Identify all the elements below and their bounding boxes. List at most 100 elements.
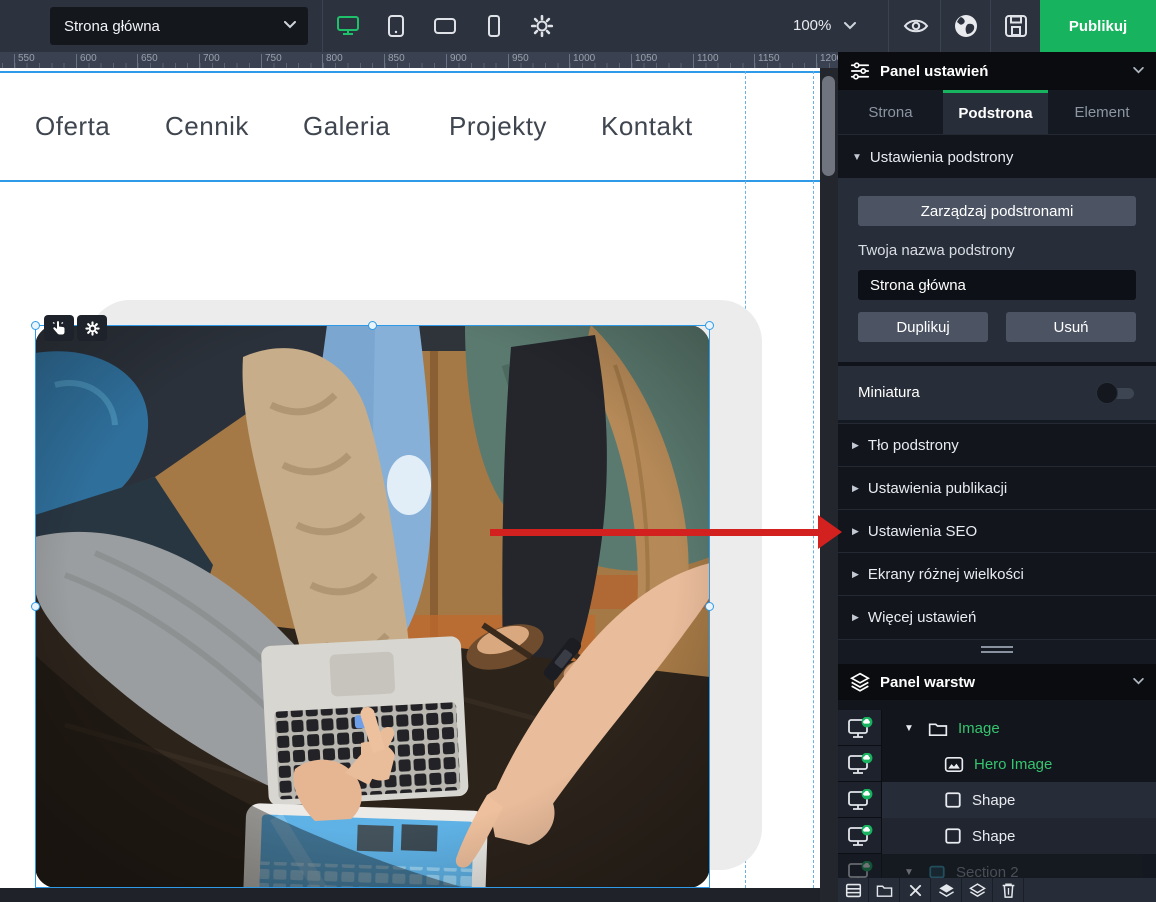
layers-panel-header[interactable]: Panel warstw xyxy=(838,664,1156,700)
triangle-right-icon: ▶ xyxy=(852,483,859,494)
bring-forward-button[interactable] xyxy=(931,878,962,902)
section-wiecej-ustawien[interactable]: ▶ Więcej ustawień xyxy=(838,595,1156,640)
send-backward-button[interactable] xyxy=(962,878,993,902)
ruler-mark: 1050 xyxy=(635,53,657,64)
design-canvas[interactable]: Oferta Cennik Galeria Projekty Kontakt xyxy=(0,68,838,902)
zoom-dropdown-button[interactable] xyxy=(838,8,862,44)
publish-button[interactable]: Publikuj xyxy=(1040,0,1156,52)
hero-image[interactable] xyxy=(35,325,710,888)
square-icon xyxy=(944,791,962,809)
add-folder-button[interactable] xyxy=(869,878,900,902)
delete-layer-button[interactable] xyxy=(993,878,1024,902)
device-tablet-landscape-button[interactable] xyxy=(427,8,463,44)
section-ustawienia-seo[interactable]: ▶ Ustawienia SEO xyxy=(838,509,1156,553)
nav-item-projekty[interactable]: Projekty xyxy=(449,111,547,142)
layer-row-main[interactable]: Hero Image xyxy=(882,746,1156,782)
panel-resize-handle[interactable] xyxy=(981,646,1013,655)
layer-row-hero-image[interactable]: Hero Image xyxy=(838,746,1156,782)
nav-item-kontakt[interactable]: Kontakt xyxy=(601,111,693,142)
page-selector-dropdown[interactable]: Strona główna xyxy=(50,7,308,45)
subpage-settings-body: Zarządzaj podstronami Twoja nazwa podstr… xyxy=(838,178,1156,362)
guide-line xyxy=(813,71,814,888)
panel-tabs: Strona Podstrona Element xyxy=(838,90,1156,134)
layer-label: Shape xyxy=(972,792,1015,809)
layers-toolbar xyxy=(838,878,1156,902)
layer-visibility-cell[interactable] xyxy=(838,818,882,854)
section-ekrany-roznej-wielkosci[interactable]: ▶ Ekrany różnej wielkości xyxy=(838,552,1156,596)
device-desktop-button[interactable] xyxy=(330,8,366,44)
layer-row-main[interactable]: Shape xyxy=(882,782,1156,818)
layer-visibility-cell[interactable] xyxy=(838,782,882,818)
resize-handle-middle-right[interactable] xyxy=(705,602,714,611)
add-list-button[interactable] xyxy=(838,878,869,902)
element-interactions-button[interactable] xyxy=(44,315,74,341)
section-ustawienia-publikacji[interactable]: ▶ Ustawienia publikacji xyxy=(838,466,1156,510)
ruler-mark: 1200 xyxy=(820,53,838,64)
triangle-down-icon[interactable]: ▼ xyxy=(902,867,916,878)
remove-button[interactable] xyxy=(900,878,931,902)
red-arrow-head xyxy=(818,515,842,549)
settings-panel-title: Panel ustawień xyxy=(880,63,988,80)
publish-site-globe-button[interactable] xyxy=(948,8,984,44)
tab-podstrona[interactable]: Podstrona xyxy=(943,90,1048,134)
preview-button[interactable] xyxy=(898,8,934,44)
section-tlo-podstrony[interactable]: ▶ Tło podstrony xyxy=(838,423,1156,467)
square-icon xyxy=(944,827,962,845)
red-arrow-annotation xyxy=(490,529,820,536)
save-button[interactable] xyxy=(998,8,1034,44)
hero-image-illustration xyxy=(35,325,710,888)
tab-element[interactable]: Element xyxy=(1048,90,1156,134)
element-settings-button[interactable] xyxy=(77,315,107,341)
ruler-mark: 700 xyxy=(203,53,220,64)
canvas-scrollbar[interactable] xyxy=(820,68,838,902)
layers-icon xyxy=(850,672,870,692)
manage-subpages-button[interactable]: Zarządzaj podstronami xyxy=(858,196,1136,226)
settings-panel-header[interactable]: Panel ustawień xyxy=(838,52,1156,90)
layer-visibility-cell[interactable] xyxy=(838,746,882,782)
triangle-down-icon[interactable]: ▼ xyxy=(902,723,916,734)
gear-icon xyxy=(85,321,100,336)
chevron-down-icon xyxy=(1133,67,1144,74)
layer-row-shape-2[interactable]: Shape xyxy=(838,818,1156,854)
layer-row-shape-1[interactable]: Shape xyxy=(838,782,1156,818)
resize-handle-top-right[interactable] xyxy=(705,321,714,330)
section-ustawienia-podstrony[interactable]: ▼ Ustawienia podstrony xyxy=(838,134,1156,179)
layer-row-main[interactable]: ▼ Image xyxy=(882,710,1156,746)
duplicate-button[interactable]: Duplikuj xyxy=(858,312,988,342)
device-phone-button[interactable] xyxy=(476,8,512,44)
resize-handle-top-left[interactable] xyxy=(31,321,40,330)
globe-icon xyxy=(953,13,979,39)
x-icon xyxy=(909,884,922,897)
layer-visibility-cell[interactable] xyxy=(838,710,882,746)
toolbar-separator xyxy=(888,0,889,52)
ruler-mark: 900 xyxy=(450,53,467,64)
canvas-scrollbar-thumb[interactable] xyxy=(822,76,835,176)
header-section[interactable]: Oferta Cennik Galeria Projekty Kontakt xyxy=(0,71,820,182)
editor-window: Strona główna 100% xyxy=(0,0,1156,902)
thumbnail-toggle[interactable] xyxy=(1096,382,1138,404)
nav-item-oferta[interactable]: Oferta xyxy=(35,111,110,142)
resize-handle-top-center[interactable] xyxy=(368,321,377,330)
layer-row-main[interactable]: Shape xyxy=(882,818,1156,854)
tab-strona[interactable]: Strona xyxy=(838,90,943,134)
canvas-settings-button[interactable] xyxy=(524,8,560,44)
subpage-name-input[interactable] xyxy=(858,270,1136,300)
ruler-mark: 650 xyxy=(141,53,158,64)
image-icon xyxy=(944,756,964,773)
nav-item-galeria[interactable]: Galeria xyxy=(303,111,390,142)
triangle-right-icon: ▶ xyxy=(852,612,859,623)
monitor-cloud-icon xyxy=(847,753,873,775)
ruler-mark: 600 xyxy=(80,53,97,64)
layer-row-image-folder[interactable]: ▼ Image xyxy=(838,710,1156,746)
toolbar-separator xyxy=(322,0,323,52)
delete-button[interactable]: Usuń xyxy=(1006,312,1136,342)
chevron-down-icon xyxy=(844,22,856,30)
layers-panel-title: Panel warstw xyxy=(880,674,975,691)
layer-label: Image xyxy=(958,720,1000,737)
nav-item-cennik[interactable]: Cennik xyxy=(165,111,249,142)
resize-handle-middle-left[interactable] xyxy=(31,602,40,611)
device-tablet-button[interactable] xyxy=(378,8,414,44)
layer-label: Shape xyxy=(972,828,1015,845)
trash-icon xyxy=(1001,882,1016,899)
triangle-right-icon: ▶ xyxy=(852,526,859,537)
